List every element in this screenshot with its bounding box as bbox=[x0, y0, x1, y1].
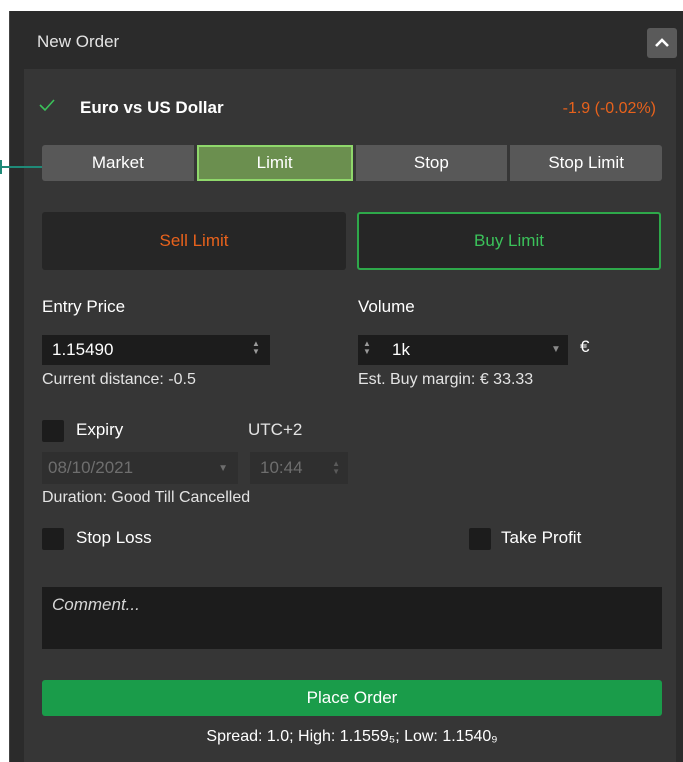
take-profit-checkbox[interactable] bbox=[469, 528, 491, 550]
buy-limit-button[interactable]: Buy Limit bbox=[357, 212, 661, 270]
chevron-up-icon bbox=[655, 38, 669, 47]
entry-price-stepper[interactable]: ▲ ▼ bbox=[252, 340, 260, 356]
price-change: -1.9 (-0.02%) bbox=[562, 100, 656, 117]
volume-currency: € bbox=[580, 337, 590, 356]
estimated-margin: Est. Buy margin: € 33.33 bbox=[358, 371, 534, 388]
timezone-label: UTC+2 bbox=[248, 420, 303, 439]
expiry-time-value: 10:44 bbox=[260, 458, 303, 477]
volume-select[interactable]: 1k bbox=[358, 335, 568, 365]
current-distance: Current distance: -0.5 bbox=[42, 371, 196, 388]
entry-price-input[interactable]: 1.15490 bbox=[42, 335, 270, 365]
volume-value: 1k bbox=[392, 340, 410, 359]
tab-stop-limit[interactable]: Stop Limit bbox=[510, 145, 662, 181]
comment-field[interactable]: Comment... bbox=[42, 587, 662, 649]
check-icon bbox=[39, 99, 55, 112]
collapse-button[interactable] bbox=[647, 28, 677, 58]
expiry-date-value: 08/10/2021 bbox=[48, 458, 134, 477]
dropdown-arrow-icon: ▼ bbox=[551, 344, 561, 355]
order-duration: Duration: Good Till Cancelled bbox=[42, 489, 251, 506]
tab-limit[interactable]: Limit bbox=[196, 145, 353, 181]
place-order-button[interactable]: Place Order bbox=[42, 680, 662, 716]
stepper-down-icon: ▼ bbox=[363, 347, 371, 356]
volume-stepper[interactable]: ▲ ▼ bbox=[363, 340, 371, 356]
expiry-date-input[interactable]: 08/10/2021 ▼ bbox=[42, 452, 238, 484]
tab-market[interactable]: Market bbox=[42, 145, 194, 181]
entry-price-value: 1.15490 bbox=[52, 340, 114, 359]
volume-label: Volume bbox=[358, 297, 415, 316]
stepper-down-icon: ▼ bbox=[332, 467, 340, 476]
tab-stop[interactable]: Stop bbox=[355, 145, 508, 181]
stop-loss-checkbox[interactable] bbox=[42, 528, 64, 550]
take-profit-label: Take Profit bbox=[501, 528, 582, 547]
dropdown-arrow-icon: ▼ bbox=[218, 462, 228, 474]
expiry-time-input[interactable]: 10:44 ▲ ▼ bbox=[250, 452, 348, 484]
window-title: New Order bbox=[37, 32, 120, 51]
sell-limit-button[interactable]: Sell Limit bbox=[42, 212, 346, 270]
instrument-name: Euro vs US Dollar bbox=[80, 98, 224, 117]
expiry-label: Expiry bbox=[76, 420, 124, 439]
time-stepper[interactable]: ▲ ▼ bbox=[332, 460, 340, 476]
expiry-checkbox[interactable] bbox=[42, 420, 64, 442]
stepper-down-icon: ▼ bbox=[252, 347, 260, 356]
stop-loss-label: Stop Loss bbox=[76, 528, 152, 547]
window-titlebar: New Order bbox=[10, 11, 683, 69]
spread-info: Spread: 1.0; High: 1.1559₅; Low: 1.1540₉ bbox=[206, 728, 498, 745]
order-type-tabs: Market Limit Stop Stop Limit bbox=[42, 145, 662, 181]
comment-placeholder: Comment... bbox=[52, 595, 140, 614]
entry-price-label: Entry Price bbox=[42, 297, 126, 316]
